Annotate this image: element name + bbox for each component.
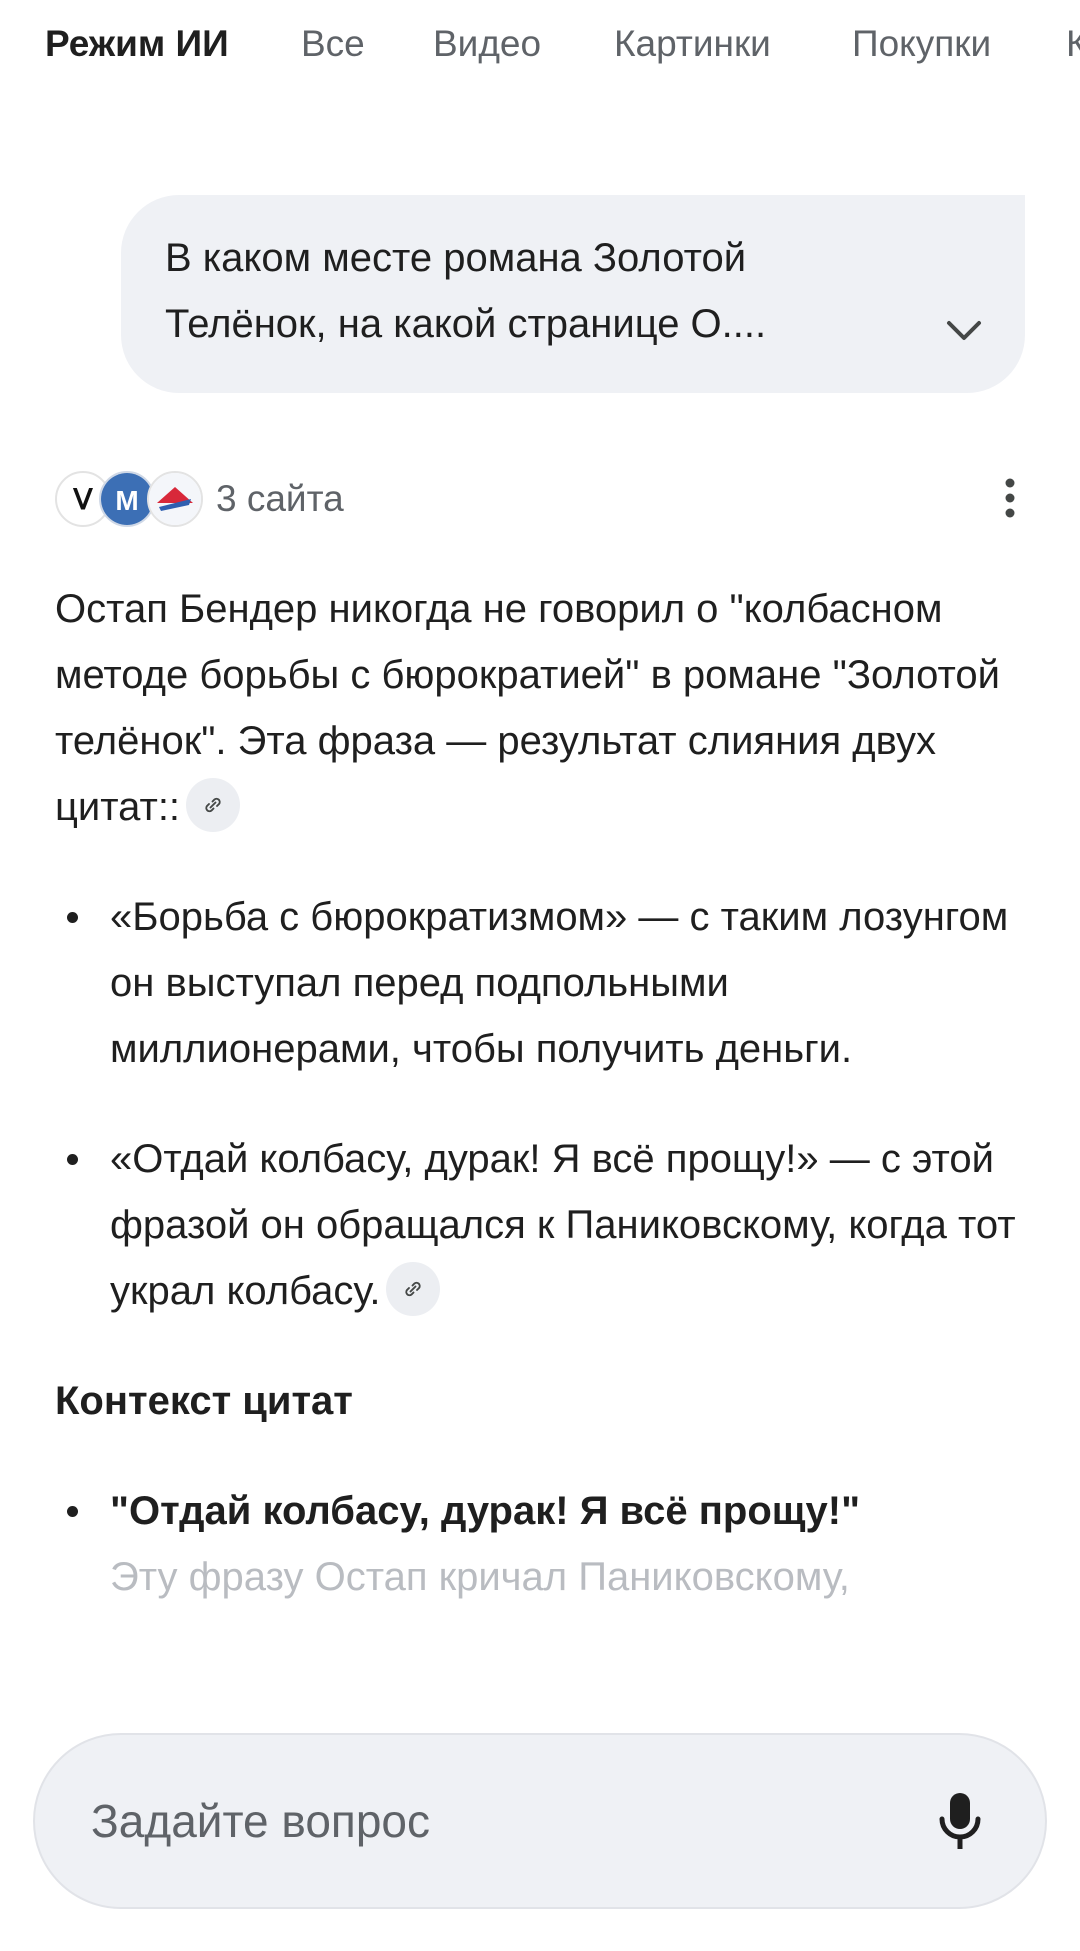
ask-placeholder: Задайте вопрос xyxy=(91,1795,430,1847)
bullet-text: «Отдай колбасу, дурак! Я всё прощу!» — с… xyxy=(110,1137,1016,1313)
ask-input[interactable]: Задайте вопрос xyxy=(33,1733,1047,1909)
microphone-icon[interactable] xyxy=(937,1791,983,1853)
context-quote: "Отдай колбасу, дурак! Я всё прощу!" xyxy=(110,1489,861,1533)
search-mode-tabs: Режим ИИ Все Видео Картинки Покупки К xyxy=(0,0,1080,92)
query-line-2: Телёнок, на какой странице О.... xyxy=(165,302,767,346)
user-query-bubble[interactable]: В каком месте романа Золотой Телёнок, на… xyxy=(121,195,1025,393)
list-item: «Борьба с бюрократизмом» — с таким лозун… xyxy=(55,884,1030,1082)
tab-images[interactable]: Картинки xyxy=(614,22,771,66)
tab-more-partial[interactable]: К xyxy=(1066,22,1080,66)
chevron-down-icon[interactable] xyxy=(939,311,989,351)
link-icon xyxy=(205,798,221,813)
citation-link-button[interactable] xyxy=(186,778,241,833)
tab-video[interactable]: Видео xyxy=(433,22,541,66)
ai-answer: Остап Бендер никогда не говорил о "колба… xyxy=(55,576,1030,1610)
svg-text:M: M xyxy=(115,485,138,516)
svg-text:ᐯ: ᐯ xyxy=(72,484,93,515)
tab-all[interactable]: Все xyxy=(301,22,365,66)
airplane-logo-icon xyxy=(147,471,203,527)
more-vert-icon[interactable] xyxy=(985,473,1035,523)
tab-shopping[interactable]: Покупки xyxy=(852,22,991,66)
link-icon xyxy=(405,1282,422,1297)
list-item: "Отдай колбасу, дурак! Я всё прощу!" Эту… xyxy=(55,1478,1030,1610)
context-text: Эту фразу Остап кричал Паниковскому, xyxy=(110,1555,850,1599)
user-query-text: В каком месте романа Золотой Телёнок, на… xyxy=(165,225,925,357)
answer-intro: Остап Бендер никогда не говорил о "колба… xyxy=(55,576,1030,840)
context-list: "Отдай колбасу, дурак! Я всё прощу!" Эту… xyxy=(55,1478,1030,1610)
list-item: «Отдай колбасу, дурак! Я всё прощу!» — с… xyxy=(55,1126,1030,1324)
tab-ai-mode[interactable]: Режим ИИ xyxy=(45,22,229,66)
sources-count[interactable]: 3 сайта xyxy=(216,477,344,521)
citation-link-button[interactable] xyxy=(386,1262,441,1317)
context-heading: Контекст цитат xyxy=(55,1379,353,1423)
answer-bullet-list: «Борьба с бюрократизмом» — с таким лозун… xyxy=(55,884,1030,1324)
sources-row[interactable]: ᐯ M 3 сайта xyxy=(55,469,1035,529)
query-line-1: В каком месте романа Золотой xyxy=(165,236,747,280)
bullet-text: «Борьба с бюрократизмом» — с таким лозун… xyxy=(110,895,1009,1071)
